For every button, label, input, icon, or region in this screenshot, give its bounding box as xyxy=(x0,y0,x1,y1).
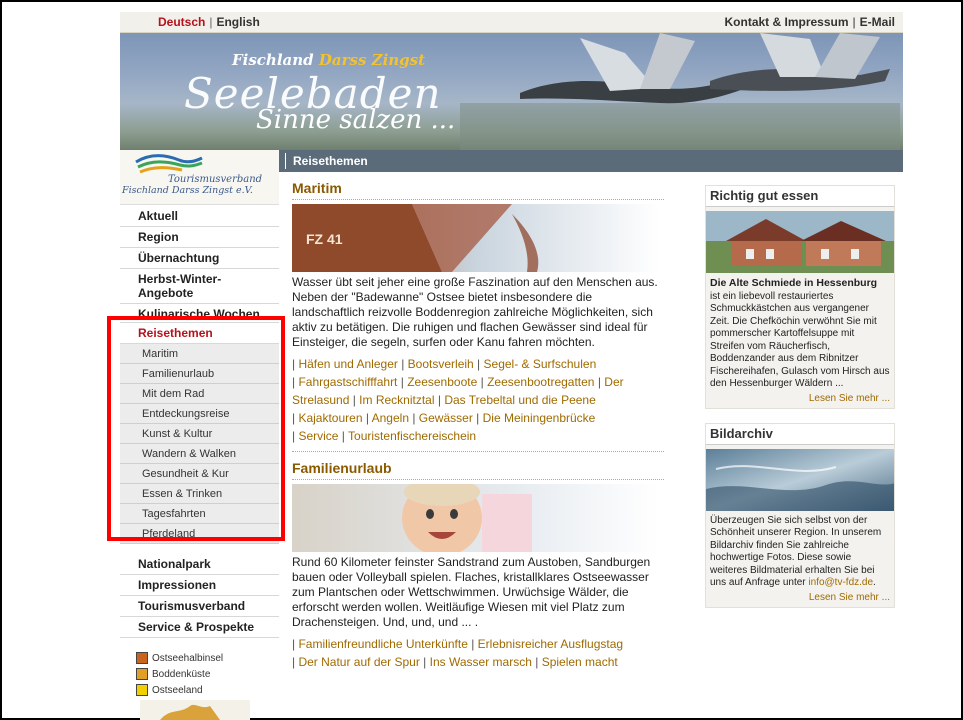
link-natur-auf-der-spur[interactable]: Der Natur auf der Spur xyxy=(298,655,419,669)
nav-herbst-winter[interactable]: Herbst-Winter-Angebote xyxy=(120,269,279,304)
link-haefen[interactable]: Häfen und Anleger xyxy=(298,357,397,371)
link-ausflugstag[interactable]: Erlebnisreicher Ausflugstag xyxy=(478,637,623,651)
maritim-text: Wasser übt seit jeher eine große Faszina… xyxy=(292,275,658,349)
nav-uebernachtung[interactable]: Übernachtung xyxy=(120,248,279,269)
language-switcher: Deutsch | English xyxy=(158,15,260,29)
region-legend: Ostseehalbinsel Boddenküste Ostseeland xyxy=(136,650,223,698)
contact-imprint-link[interactable]: Kontakt & Impressum xyxy=(725,15,849,29)
top-links: Kontakt & Impressum | E-Mail xyxy=(725,15,896,29)
cranes-flying-image xyxy=(460,33,900,150)
box-text-bildarchiv: Überzeugen Sie sich selbst von der Schön… xyxy=(706,515,894,590)
maritim-links: | Häfen und Anleger | Bootsverleih | Seg… xyxy=(292,357,624,443)
toplink-separator: | xyxy=(852,15,856,29)
highlight-box xyxy=(107,316,285,541)
box-bildarchiv: Bildarchiv Überzeugen Sie sich selbst vo… xyxy=(705,422,895,608)
link-service[interactable]: Service xyxy=(298,429,338,443)
link-spielen-macht[interactable]: Spielen macht xyxy=(542,655,618,669)
nav-region[interactable]: Region xyxy=(120,227,279,248)
email-link[interactable]: E-Mail xyxy=(860,15,895,29)
legend-label: Ostseehalbinsel xyxy=(152,652,224,664)
section-divider xyxy=(292,451,664,452)
section-title-familienurlaub[interactable]: Familienurlaub xyxy=(292,460,664,480)
legend-item[interactable]: Ostseeland xyxy=(136,682,223,698)
link-kajaktouren[interactable]: Kajaktouren xyxy=(298,411,362,425)
link-fahrgastschifffahrt[interactable]: Fahrgastschifffahrt xyxy=(298,375,397,389)
email-address-link[interactable]: info@tv-fdz.de xyxy=(808,577,873,588)
nav-nationalpark[interactable]: Nationalpark xyxy=(120,554,279,575)
section-title-maritim[interactable]: Maritim xyxy=(292,180,664,200)
section-bar: Reisethemen xyxy=(279,150,903,172)
link-recknitztal[interactable]: Im Recknitztal xyxy=(359,393,434,407)
top-bar: Deutsch | English Kontakt & Impressum | E-Ma… xyxy=(120,12,903,33)
box-heading-essen[interactable]: Die Alte Schmiede in Hessenburg xyxy=(710,277,877,289)
familienurlaub-baby-image[interactable] xyxy=(292,484,659,552)
section-bar-divider xyxy=(285,153,286,169)
box-text-essen: Die Alte Schmiede in Hessenburg ist ein … xyxy=(706,277,894,391)
legend-item[interactable]: Boddenküste xyxy=(136,666,223,682)
legend-swatch xyxy=(136,684,148,696)
familienurlaub-text: Rund 60 Kilometer feinster Sandstrand zu… xyxy=(292,555,651,629)
bildarchiv-water-image[interactable] xyxy=(706,448,894,511)
maritim-sail-image[interactable]: FZ 41 xyxy=(292,204,659,272)
right-column: Richtig gut essen Die Alte Schmiede in H… xyxy=(705,185,895,622)
banner-brand-a: Fischland xyxy=(232,51,314,69)
legend-label: Ostseeland xyxy=(152,684,203,696)
link-segelschulen[interactable]: Segel- & Surfschulen xyxy=(484,357,597,371)
tourism-association-logo[interactable]: Tourismusverband Fischland Darss Zingst … xyxy=(120,150,279,205)
link-trebeltal[interactable]: Das Trebeltal und die Peene xyxy=(444,393,595,407)
legend-swatch xyxy=(136,668,148,680)
banner-brand-b: Darss Zingst xyxy=(318,51,426,69)
lang-separator: | xyxy=(209,15,213,29)
main-content: Maritim FZ 41 Wasser übt seit jeher eine… xyxy=(292,180,664,671)
link-touristenfischereischein[interactable]: Touristenfischereischein xyxy=(348,429,476,443)
link-ins-wasser-marsch[interactable]: Ins Wasser marsch xyxy=(430,655,532,669)
nav-tourismusverband[interactable]: Tourismusverband xyxy=(120,596,279,617)
nav-aktuell[interactable]: Aktuell xyxy=(120,206,279,227)
section-bar-label: Reisethemen xyxy=(293,154,368,168)
legend-swatch xyxy=(136,652,148,664)
read-more-link-bildarchiv[interactable]: Lesen Sie mehr ... xyxy=(706,590,894,607)
banner-brand: Fischland Darss Zingst xyxy=(232,51,425,69)
logo-line1: Tourismusverband xyxy=(168,174,263,185)
link-gewaesser[interactable]: Gewässer xyxy=(419,411,473,425)
map-thumbnail-image[interactable] xyxy=(140,700,250,720)
waves-logo-icon xyxy=(135,154,203,174)
banner-slogan-small: Sinne salzen ... xyxy=(256,105,456,135)
link-bootsverleih[interactable]: Bootsverleih xyxy=(408,357,474,371)
nav-spacer xyxy=(120,544,279,554)
link-familienfreundliche-unterkuenfte[interactable]: Familienfreundliche Unterkünfte xyxy=(298,637,467,651)
legend-label: Boddenküste xyxy=(152,668,211,680)
header-banner: Fischland Darss Zingst Seelebaden Sinne … xyxy=(120,33,903,150)
lang-deutsch-link[interactable]: Deutsch xyxy=(158,15,205,29)
nav-impressionen[interactable]: Impressionen xyxy=(120,575,279,596)
nav-service-prospekte[interactable]: Service & Prospekte xyxy=(120,617,279,638)
link-zeesenbootregatten[interactable]: Zeesenbootregatten xyxy=(487,375,594,389)
box-body-end: . xyxy=(873,577,876,588)
link-meiningenbruecke[interactable]: Die Meiningenbrücke xyxy=(483,411,596,425)
lang-english-link[interactable]: English xyxy=(216,15,259,29)
legend-item[interactable]: Ostseehalbinsel xyxy=(136,650,223,666)
alte-schmiede-image[interactable] xyxy=(706,211,894,273)
box-body-essen: ist ein liebevoll restauriertes Schmuckk… xyxy=(710,290,890,390)
logo-line2: Fischland Darss Zingst e.V. xyxy=(122,185,253,196)
box-title-essen[interactable]: Richtig gut essen xyxy=(706,186,894,207)
familienurlaub-links: | Familienfreundliche Unterkünfte | Erle… xyxy=(292,637,624,669)
box-richtig-gut-essen: Richtig gut essen Die Alte Schmiede in H… xyxy=(705,185,895,409)
sail-number-label: FZ 41 xyxy=(306,231,343,247)
link-zeesenboote[interactable]: Zeesenboote xyxy=(407,375,477,389)
read-more-link-essen[interactable]: Lesen Sie mehr ... xyxy=(706,391,894,408)
box-title-bildarchiv[interactable]: Bildarchiv xyxy=(706,423,894,445)
link-angeln[interactable]: Angeln xyxy=(372,411,409,425)
